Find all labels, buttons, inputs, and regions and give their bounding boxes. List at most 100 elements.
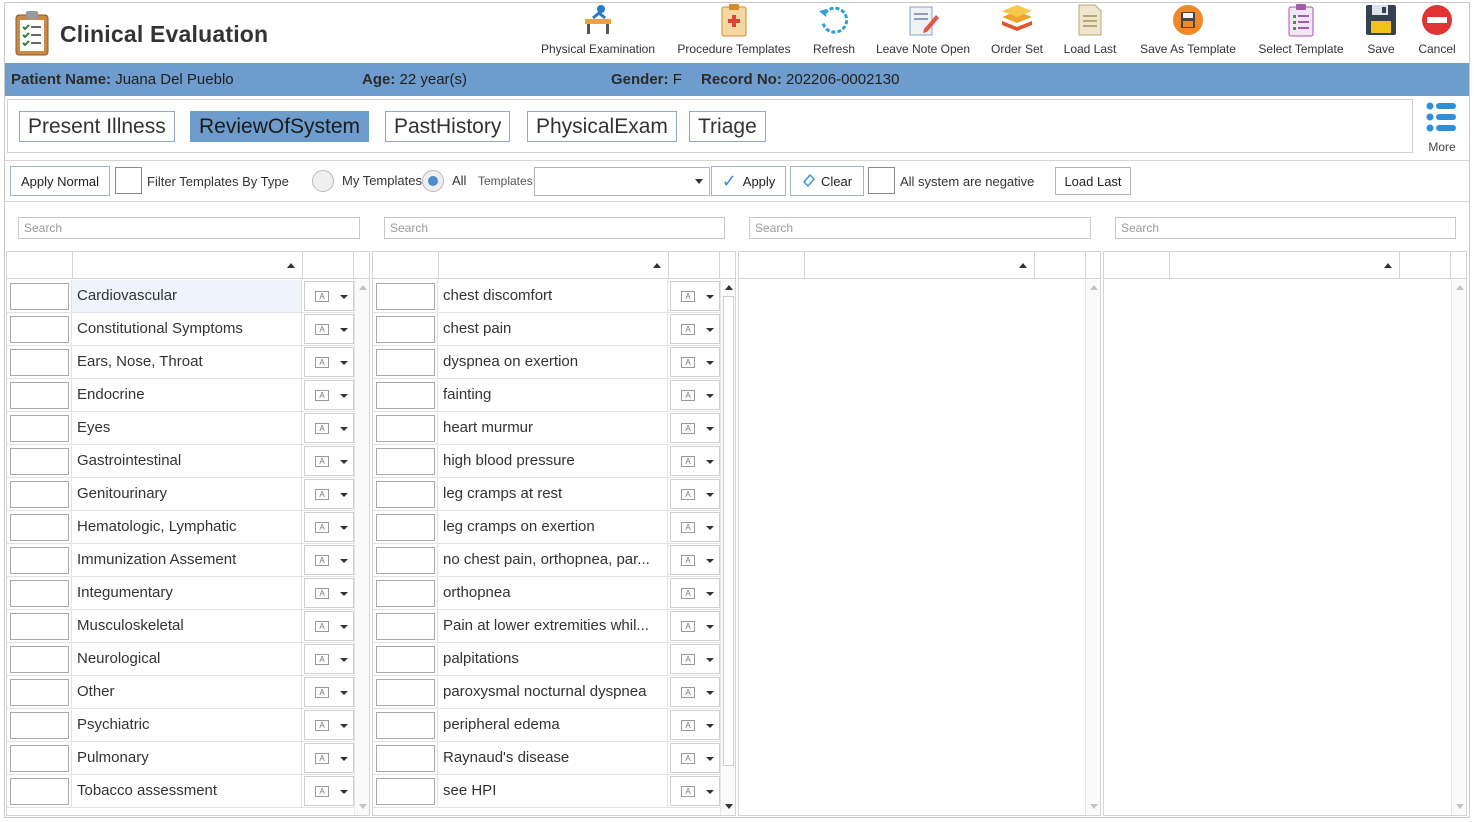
- row-checkbox[interactable]: [10, 580, 69, 607]
- leave-note-open-button[interactable]: Leave Note Open: [872, 0, 974, 58]
- row-checkbox[interactable]: [376, 316, 435, 343]
- row-action-dropdown[interactable]: A: [670, 644, 720, 674]
- more-button[interactable]: More: [1423, 102, 1461, 154]
- row-action-dropdown[interactable]: A: [670, 446, 720, 476]
- symptom-row[interactable]: dyspnea on exertion A: [373, 346, 720, 379]
- row-checkbox[interactable]: [376, 349, 435, 376]
- row-label[interactable]: paroxysmal nocturnal dyspnea: [437, 676, 668, 708]
- row-label[interactable]: chest discomfort: [437, 280, 668, 312]
- row-label[interactable]: Raynaud's disease: [437, 742, 668, 774]
- row-label[interactable]: Pulmonary: [71, 742, 302, 774]
- system-row[interactable]: Constitutional Symptoms A: [7, 313, 354, 346]
- row-label[interactable]: high blood pressure: [437, 445, 668, 477]
- symptom-row[interactable]: Raynaud's disease A: [373, 742, 720, 775]
- row-label[interactable]: dyspnea on exertion: [437, 346, 668, 378]
- clear-button[interactable]: Clear: [790, 166, 864, 196]
- row-label[interactable]: Tobacco assessment: [71, 775, 302, 807]
- detail-search-input[interactable]: [749, 217, 1091, 239]
- row-checkbox[interactable]: [376, 580, 435, 607]
- symptom-row[interactable]: peripheral edema A: [373, 709, 720, 742]
- row-checkbox[interactable]: [376, 712, 435, 739]
- system-row[interactable]: Psychiatric A: [7, 709, 354, 742]
- row-checkbox[interactable]: [376, 613, 435, 640]
- symptom-row[interactable]: Pain at lower extremities whil... A: [373, 610, 720, 643]
- system-row[interactable]: Musculoskeletal A: [7, 610, 354, 643]
- row-label[interactable]: orthopnea: [437, 577, 668, 609]
- symptom-row[interactable]: orthopnea A: [373, 577, 720, 610]
- order-set-button[interactable]: Order Set: [988, 0, 1046, 58]
- row-checkbox[interactable]: [376, 778, 435, 805]
- physical-examination-button[interactable]: Physical Examination: [540, 0, 656, 58]
- detail-column-header[interactable]: [805, 252, 1035, 279]
- system-row[interactable]: Endocrine A: [7, 379, 354, 412]
- row-checkbox[interactable]: [376, 646, 435, 673]
- toolbar-load-last-button[interactable]: Load Last: [1060, 0, 1120, 58]
- cancel-button[interactable]: Cancel: [1414, 0, 1460, 58]
- row-label[interactable]: no chest pain, orthopnea, par...: [437, 544, 668, 576]
- row-action-dropdown[interactable]: A: [670, 578, 720, 608]
- row-checkbox[interactable]: [376, 415, 435, 442]
- save-as-template-button[interactable]: Save As Template: [1136, 0, 1240, 58]
- symptom-row[interactable]: see HPI A: [373, 775, 720, 808]
- load-last-button[interactable]: Load Last: [1055, 167, 1131, 195]
- row-label[interactable]: Musculoskeletal: [71, 610, 302, 642]
- row-label[interactable]: Endocrine: [71, 379, 302, 411]
- row-action-dropdown[interactable]: A: [304, 380, 354, 410]
- row-label[interactable]: Other: [71, 676, 302, 708]
- row-label[interactable]: Pain at lower extremities whil...: [437, 610, 668, 642]
- finding-scrollbar[interactable]: [1451, 280, 1466, 815]
- tab-present-illness[interactable]: Present Illness: [19, 111, 175, 142]
- row-label[interactable]: Constitutional Symptoms: [71, 313, 302, 345]
- system-row[interactable]: Hematologic, Lymphatic A: [7, 511, 354, 544]
- row-action-dropdown[interactable]: A: [304, 512, 354, 542]
- tab-physical-exam[interactable]: PhysicalExam: [527, 111, 677, 142]
- row-action-dropdown[interactable]: A: [304, 545, 354, 575]
- row-checkbox[interactable]: [10, 547, 69, 574]
- row-action-dropdown[interactable]: A: [670, 314, 720, 344]
- templates-dropdown[interactable]: [534, 167, 710, 196]
- row-action-dropdown[interactable]: A: [304, 479, 354, 509]
- row-action-dropdown[interactable]: A: [304, 413, 354, 443]
- symptom-row[interactable]: chest discomfort A: [373, 280, 720, 313]
- all-radio[interactable]: [422, 170, 444, 192]
- row-action-dropdown[interactable]: A: [670, 512, 720, 542]
- row-checkbox[interactable]: [376, 514, 435, 541]
- row-label[interactable]: palpitations: [437, 643, 668, 675]
- system-row[interactable]: Immunization Assement A: [7, 544, 354, 577]
- symptom-row[interactable]: chest pain A: [373, 313, 720, 346]
- row-checkbox[interactable]: [10, 349, 69, 376]
- row-label[interactable]: chest pain: [437, 313, 668, 345]
- row-label[interactable]: Psychiatric: [71, 709, 302, 741]
- row-label[interactable]: peripheral edema: [437, 709, 668, 741]
- row-label[interactable]: heart murmur: [437, 412, 668, 444]
- row-action-dropdown[interactable]: A: [304, 611, 354, 641]
- select-template-button[interactable]: Select Template: [1254, 0, 1348, 58]
- row-label[interactable]: leg cramps at rest: [437, 478, 668, 510]
- row-label[interactable]: leg cramps on exertion: [437, 511, 668, 543]
- symptoms-scrollbar[interactable]: [720, 280, 735, 815]
- row-checkbox[interactable]: [376, 283, 435, 310]
- systems-scrollbar[interactable]: [354, 280, 369, 815]
- row-checkbox[interactable]: [10, 778, 69, 805]
- row-action-dropdown[interactable]: A: [304, 314, 354, 344]
- row-action-dropdown[interactable]: A: [670, 710, 720, 740]
- row-action-dropdown[interactable]: A: [670, 545, 720, 575]
- row-action-dropdown[interactable]: A: [670, 743, 720, 773]
- row-checkbox[interactable]: [10, 745, 69, 772]
- system-row[interactable]: Tobacco assessment A: [7, 775, 354, 808]
- row-checkbox[interactable]: [376, 679, 435, 706]
- row-label[interactable]: Gastrointestinal: [71, 445, 302, 477]
- finding-search-input[interactable]: [1115, 217, 1456, 239]
- row-action-dropdown[interactable]: A: [304, 446, 354, 476]
- row-checkbox[interactable]: [10, 448, 69, 475]
- row-label[interactable]: Neurological: [71, 643, 302, 675]
- row-checkbox[interactable]: [10, 415, 69, 442]
- row-label[interactable]: see HPI: [437, 775, 668, 807]
- tab-past-history[interactable]: PastHistory: [385, 111, 511, 142]
- systems-search-input[interactable]: [18, 217, 360, 239]
- row-action-dropdown[interactable]: A: [670, 677, 720, 707]
- row-action-dropdown[interactable]: A: [304, 644, 354, 674]
- row-label[interactable]: Eyes: [71, 412, 302, 444]
- row-action-dropdown[interactable]: A: [670, 479, 720, 509]
- row-checkbox[interactable]: [10, 316, 69, 343]
